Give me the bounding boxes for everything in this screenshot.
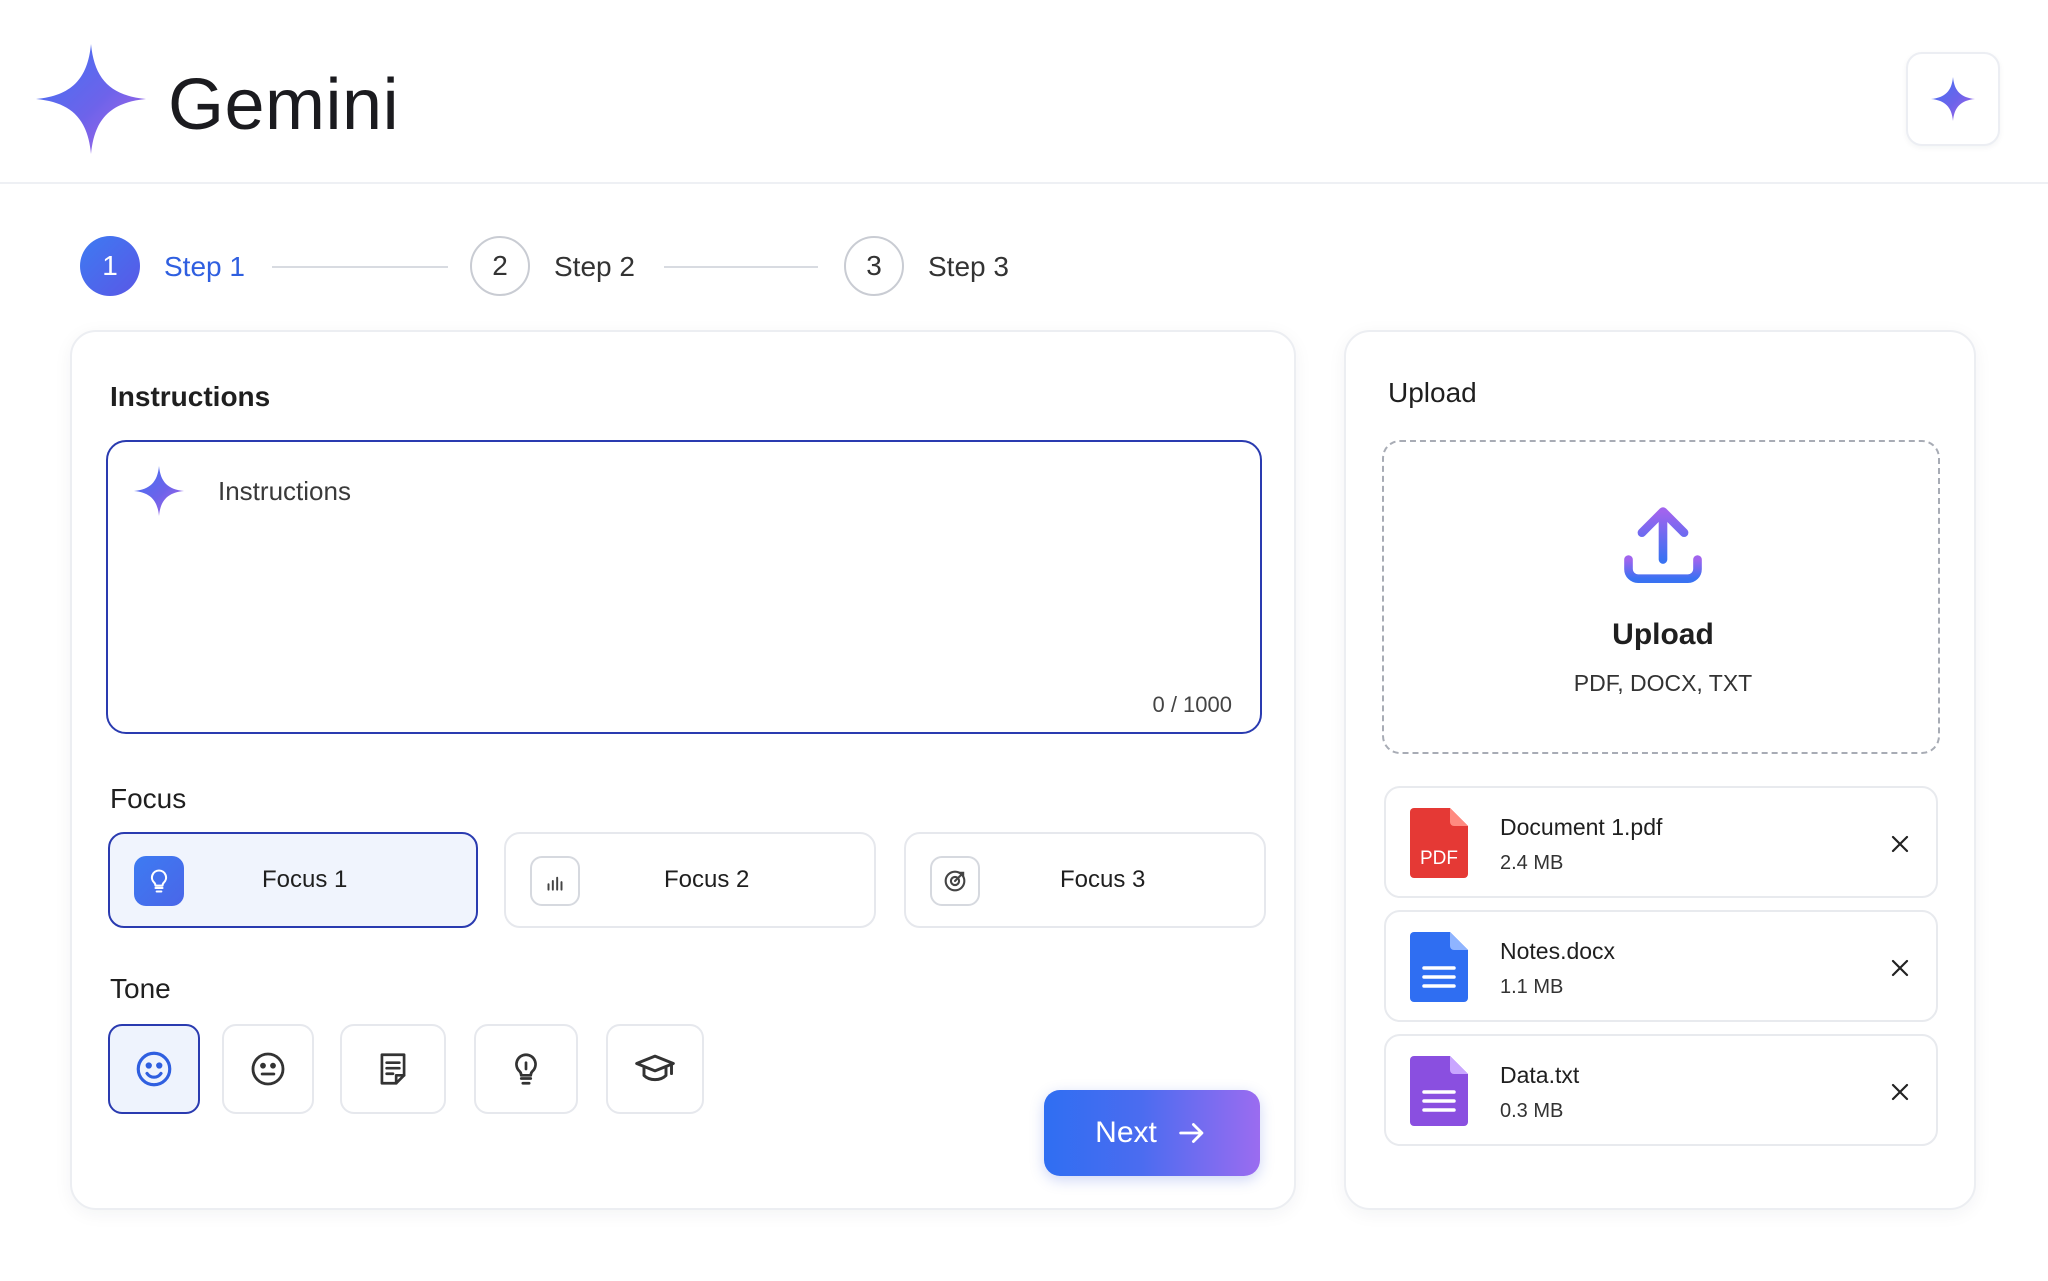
tone-option-document[interactable] bbox=[340, 1024, 446, 1114]
target-icon bbox=[930, 856, 980, 906]
next-button[interactable]: Next bbox=[1044, 1090, 1260, 1176]
remove-file-button[interactable] bbox=[1884, 828, 1916, 860]
focus-option-label: Focus 3 bbox=[1060, 866, 1146, 893]
file-item: PDF Document 1.pdf 2.4 MB bbox=[1384, 786, 1938, 898]
focus-option-1[interactable]: Focus 1 bbox=[108, 832, 478, 928]
step-1-label: Step 1 bbox=[164, 251, 245, 282]
tone-option-idea[interactable] bbox=[474, 1024, 578, 1114]
stepper: 1 Step 1 2 Step 2 3 Step 3 bbox=[80, 236, 1080, 298]
file-name: Document 1.pdf bbox=[1500, 814, 1663, 840]
upload-card: Upload Upload PDF, DOCX, TXT PDF Documen… bbox=[1344, 330, 1976, 1210]
instructions-placeholder: Instructions bbox=[218, 476, 351, 506]
sparkle-icon bbox=[1931, 77, 1975, 121]
bar-chart-icon bbox=[530, 856, 580, 906]
step-connector bbox=[272, 266, 448, 268]
character-count: 0 / 1000 bbox=[1152, 692, 1232, 717]
upload-heading: Upload bbox=[1388, 377, 1477, 408]
close-icon bbox=[1891, 1083, 1909, 1101]
remove-file-button[interactable] bbox=[1884, 952, 1916, 984]
focus-option-2[interactable]: Focus 2 bbox=[504, 832, 876, 928]
gemini-sparkle-icon bbox=[36, 44, 146, 154]
file-size: 2.4 MB bbox=[1500, 852, 1564, 874]
remove-file-button[interactable] bbox=[1884, 1076, 1916, 1108]
sparkle-action-button[interactable] bbox=[1906, 52, 2000, 146]
close-icon bbox=[1891, 959, 1909, 977]
upload-title: Upload bbox=[1612, 618, 1714, 651]
step-2-indicator[interactable]: 2 bbox=[470, 236, 530, 296]
step-2-label: Step 2 bbox=[554, 251, 635, 282]
step-3-label: Step 3 bbox=[928, 251, 1009, 282]
txt-file-icon bbox=[1410, 1056, 1468, 1126]
docx-file-icon bbox=[1410, 932, 1468, 1002]
neutral-face-icon bbox=[251, 1052, 285, 1086]
tone-option-academic[interactable] bbox=[606, 1024, 704, 1114]
sparkle-icon bbox=[134, 466, 184, 516]
step-3-indicator[interactable]: 3 bbox=[844, 236, 904, 296]
step-1-indicator[interactable]: 1 bbox=[80, 236, 140, 296]
tone-heading: Tone bbox=[110, 973, 171, 1004]
app-header: Gemini bbox=[0, 0, 2048, 184]
focus-option-label: Focus 2 bbox=[664, 866, 750, 893]
focus-option-3[interactable]: Focus 3 bbox=[904, 832, 1266, 928]
focus-option-label: Focus 1 bbox=[262, 866, 348, 893]
step-connector bbox=[664, 266, 818, 268]
arrow-right-icon bbox=[1179, 1123, 1204, 1143]
file-name: Data.txt bbox=[1500, 1062, 1580, 1088]
focus-heading: Focus bbox=[110, 783, 187, 814]
upload-dropzone[interactable]: Upload PDF, DOCX, TXT bbox=[1382, 440, 1940, 754]
instructions-textarea[interactable]: Instructions 0 / 1000 bbox=[106, 440, 1262, 734]
file-item: Notes.docx 1.1 MB bbox=[1384, 910, 1938, 1022]
lightbulb-icon bbox=[134, 856, 184, 906]
upload-formats: PDF, DOCX, TXT bbox=[1573, 670, 1753, 696]
app-title: Gemini bbox=[168, 65, 400, 145]
file-name: Notes.docx bbox=[1500, 938, 1616, 964]
next-button-label: Next bbox=[1095, 1116, 1157, 1149]
smile-icon bbox=[136, 1051, 172, 1087]
lightbulb-icon bbox=[515, 1053, 537, 1085]
instructions-card: Instructions Instructions 0 / 1000 Focus… bbox=[70, 330, 1296, 1210]
tone-option-neutral[interactable] bbox=[222, 1024, 314, 1114]
close-icon bbox=[1891, 835, 1909, 853]
file-item: Data.txt 0.3 MB bbox=[1384, 1034, 1938, 1146]
tone-option-smile[interactable] bbox=[108, 1024, 200, 1114]
document-icon bbox=[380, 1053, 406, 1085]
file-size: 1.1 MB bbox=[1500, 976, 1564, 998]
upload-icon bbox=[1624, 507, 1702, 583]
graduation-cap-icon bbox=[635, 1054, 675, 1082]
instructions-heading: Instructions bbox=[110, 381, 271, 412]
file-size: 0.3 MB bbox=[1500, 1100, 1564, 1122]
svg-text:PDF: PDF bbox=[1420, 848, 1458, 869]
pdf-file-icon: PDF bbox=[1410, 808, 1468, 878]
